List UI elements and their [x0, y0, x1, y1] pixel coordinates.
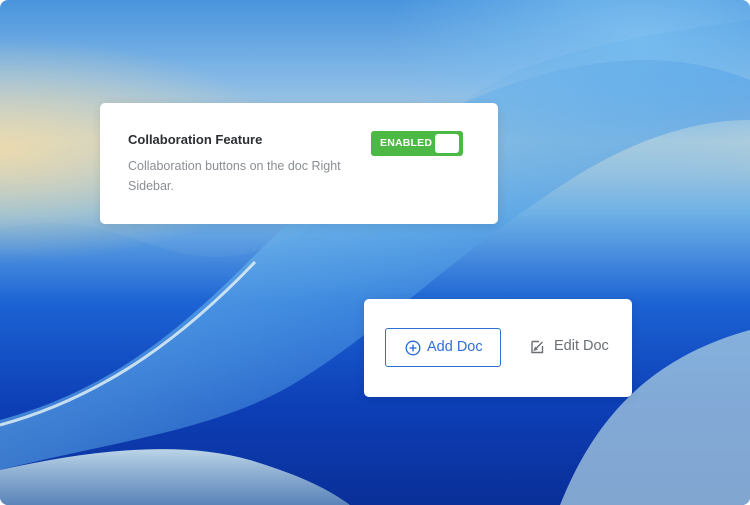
- wallpaper-background: Collaboration Feature Collaboration butt…: [0, 0, 750, 505]
- toggle-knob: [435, 134, 459, 153]
- edit-doc-label: Edit Doc: [554, 338, 609, 354]
- collaboration-feature-title: Collaboration Feature: [128, 132, 263, 147]
- collaboration-enabled-toggle[interactable]: ENABLED: [371, 131, 463, 156]
- add-doc-button[interactable]: Add Doc: [385, 328, 501, 367]
- plus-circle-icon: [405, 340, 421, 356]
- edit-icon: [531, 340, 544, 354]
- collaboration-feature-card: Collaboration Feature Collaboration butt…: [100, 103, 498, 224]
- wallpaper-wave: [0, 0, 750, 505]
- collaboration-feature-description: Collaboration buttons on the doc Right S…: [128, 159, 341, 193]
- toggle-label: ENABLED: [380, 137, 433, 149]
- add-doc-label: Add Doc: [427, 339, 483, 355]
- edit-doc-button[interactable]: Edit Doc: [524, 328, 620, 367]
- doc-actions-card: Add Doc Edit Doc: [364, 299, 632, 397]
